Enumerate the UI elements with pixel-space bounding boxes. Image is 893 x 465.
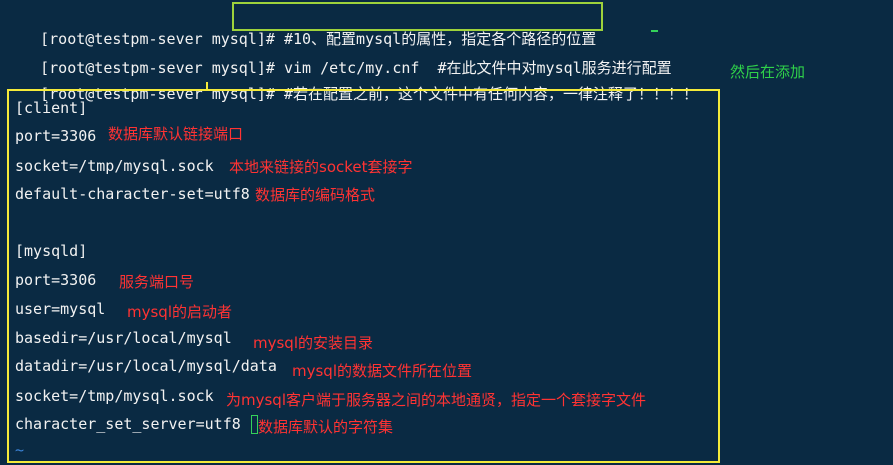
annotation-basedir: mysql的安装目录	[253, 334, 373, 352]
annotation-client-port: 数据库默认链接端口	[108, 125, 244, 143]
annotation-user: mysql的启动者	[127, 303, 232, 321]
config-line-mysqld-section: [mysqld]	[15, 242, 88, 260]
config-line-mysqld-socket: socket=/tmp/mysql.sock	[15, 387, 214, 405]
annotation-default-charset: 数据库的编码格式	[255, 186, 376, 204]
annotation-mysqld-socket: 为mysql客户端于服务器之间的本地通贤，指定一个套接字文件	[226, 391, 646, 409]
config-line-basedir: basedir=/usr/local/mysql	[15, 329, 232, 347]
vim-empty-line-tilde: ~	[15, 441, 25, 459]
config-line-mysqld-port: port=3306	[15, 271, 97, 289]
annotation-client-socket: 本地来链接的socket套接字	[229, 158, 413, 176]
annotation-mysqld-port: 服务端口号	[119, 273, 195, 291]
text-cursor-marker	[651, 30, 658, 32]
annotation-charset-server: 数据库默认的字符集	[258, 418, 394, 436]
config-line-datadir: datadir=/usr/local/mysql/data	[15, 357, 277, 375]
config-line-client-section: [client]	[15, 99, 88, 117]
terminal-window[interactable]: [root@testpm-sever mysql]# #10、配置mysql的属…	[0, 0, 893, 465]
config-line-user: user=mysql	[15, 300, 106, 318]
terminal-line-3: [root@testpm-sever mysql]# #若在配置之前，这个文件中…	[4, 61, 698, 103]
config-line-default-charset: default-character-set=utf8	[15, 185, 250, 203]
annotation-datadir: mysql的数据文件所在位置	[292, 362, 472, 380]
config-line-client-port: port=3306	[15, 127, 97, 145]
config-line-client-socket: socket=/tmp/mysql.sock	[15, 157, 214, 175]
highlight-box-green	[232, 2, 603, 31]
config-line-charset-server: character_set_server=utf8	[15, 415, 241, 433]
editor-cursor	[251, 415, 258, 434]
side-note-annotation: 然后在添加	[730, 63, 806, 81]
terminal-line-2: [root@testpm-sever mysql]# vim /etc/my.c…	[4, 35, 672, 77]
